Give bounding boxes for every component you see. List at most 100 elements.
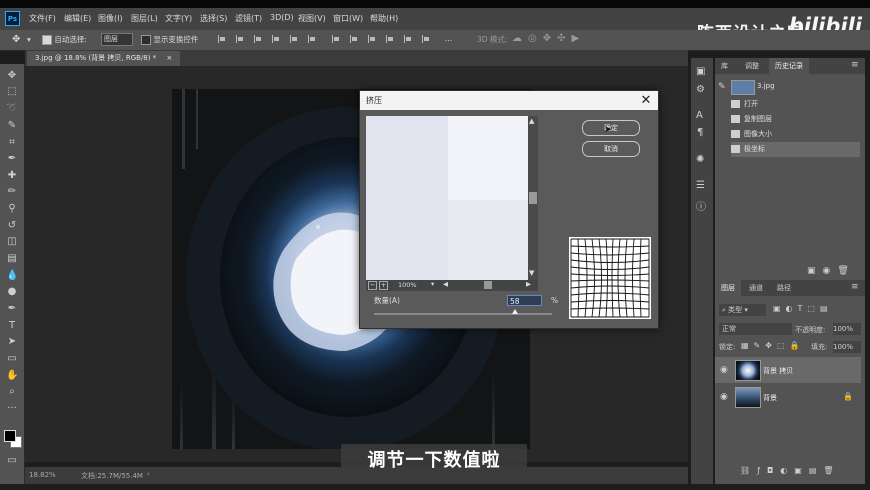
shape-tool-icon[interactable]: ▭ [6,353,18,365]
auto-select-dropdown[interactable]: 图层 [101,33,133,46]
scroll-thumb[interactable] [529,192,537,204]
distribute-center-icon[interactable] [404,35,413,43]
horizontal-scroll-thumb[interactable] [484,281,492,289]
zoom-in-icon[interactable]: + [379,281,388,290]
more-options[interactable]: ... [445,34,452,43]
distribute-bottom-icon[interactable] [368,35,377,43]
tab-history[interactable]: 历史记录 [769,58,809,74]
menu-item[interactable]: 选择(S) [200,13,227,24]
menu-item[interactable]: 图像(I) [98,13,123,24]
amount-slider-thumb[interactable] [511,309,518,314]
layer-row[interactable]: ◉ 背景 🔒 [715,384,861,410]
move-tool-icon[interactable]: ✥ [12,34,20,45]
menu-item[interactable]: 文件(F) [29,13,56,24]
show-transform-checkbox[interactable] [141,35,151,45]
chevron-right-icon[interactable]: › [147,470,150,478]
menu-item[interactable]: 视图(V) [298,13,326,24]
scroll-right-icon[interactable]: ▶ [526,280,531,288]
menu-item[interactable]: 滤镜(T) [235,13,262,24]
dodge-tool-icon[interactable]: ● [6,286,18,298]
quick-mask-icon[interactable]: ▭ [6,455,18,467]
3d-mode-icons[interactable]: ☁◎✥✣▶ [512,33,585,44]
layer-row-selected[interactable]: ◉ 背景 拷贝 [715,357,861,383]
gradient-tool-icon[interactable]: ▤ [6,253,18,265]
tab-library[interactable]: 库 [715,58,734,74]
layer-filter-dropdown[interactable]: ⌕ 类型 ▾ [719,304,766,316]
eye-icon[interactable]: ◉ [720,365,728,375]
auto-select-checkbox[interactable] [42,35,52,45]
zoom-out-icon[interactable]: − [368,281,377,290]
stamp-tool-icon[interactable]: ⚲ [6,203,18,215]
pen-tool-icon[interactable]: ✒ [6,303,18,315]
close-icon[interactable]: × [166,54,172,62]
align-left-icon[interactable] [218,35,227,43]
more-tools-icon[interactable]: ··· [6,403,18,415]
layer-filter-icons[interactable]: ▣◐T⬚▤ [773,304,833,313]
foreground-color-swatch[interactable] [4,430,16,442]
scroll-up-icon[interactable]: ▲ [529,117,534,125]
auto-select-option[interactable]: 自动选择: [42,34,87,45]
menu-item[interactable]: 帮助(H) [370,13,398,24]
info-panel-icon[interactable]: ⓘ [696,198,706,213]
opacity-field[interactable]: 100% [833,323,861,335]
close-icon[interactable]: ✕ [639,92,653,109]
crop-tool-icon[interactable]: ⌗ [6,137,18,149]
chevron-down-icon[interactable]: ▾ [431,280,434,288]
document-tab[interactable]: 3.jpg @ 18.8% (背景 拷贝, RGB/8) * × [27,51,181,66]
character-panel-icon[interactable]: A [696,110,703,121]
brush-tool-icon[interactable]: ✏ [6,186,18,198]
lasso-tool-icon[interactable]: ➰ [6,103,18,115]
menu-item[interactable]: 窗口(W) [333,13,363,24]
marquee-tool-icon[interactable]: ⬚ [6,86,18,98]
menu-item[interactable]: 编辑(E) [64,13,91,24]
scroll-left-icon[interactable]: ◀ [443,280,448,288]
adjustments-panel-icon[interactable]: ✺ [696,154,704,165]
fill-field[interactable]: 100% [833,341,861,353]
history-footer-icons[interactable]: ▣◉🗑 [807,266,856,276]
zoom-level[interactable]: 18.82% [29,471,56,479]
menu-item[interactable]: 图层(L) [131,13,158,24]
align-right-icon[interactable] [254,35,263,43]
history-panel-icon[interactable]: ▣ [696,66,705,77]
align-top-icon[interactable] [272,35,281,43]
layers-footer-icons[interactable]: ⛓ƒ◘◐▣▤🗑 [740,466,841,475]
blur-tool-icon[interactable]: 💧 [6,270,18,282]
actions-panel-icon[interactable]: ⚙ [696,84,705,95]
amount-slider-track[interactable] [374,313,552,315]
align-center-icon[interactable] [236,35,245,43]
quick-select-tool-icon[interactable]: ✎ [6,120,18,132]
healing-tool-icon[interactable]: ✚ [6,170,18,182]
distribute-left-icon[interactable] [386,35,395,43]
history-item[interactable]: 复制图层 [731,112,860,127]
tab-adjustments[interactable]: 调整 [739,58,765,74]
distribute-middle-icon[interactable] [350,35,359,43]
lock-icons[interactable]: ▦✎✥⬚🔒 [741,341,804,350]
eye-icon[interactable]: ◉ [720,392,728,402]
zoom-tool-icon[interactable]: ⌕ [6,386,18,398]
history-brush-tool-icon[interactable]: ↺ [6,220,18,232]
panel-menu-icon[interactable]: ≡ [851,60,859,70]
tab-channels[interactable]: 通道 [743,280,769,296]
paragraph-panel-icon[interactable]: ¶ [697,127,703,138]
panel-menu-icon[interactable]: ≡ [851,282,859,292]
blend-mode-dropdown[interactable]: 正常 [719,323,792,335]
tab-paths[interactable]: 路径 [771,280,797,296]
properties-panel-icon[interactable]: ☰ [696,180,705,191]
preview-vertical-scrollbar[interactable]: ▲ ▼ [528,116,538,280]
menu-item[interactable]: 3D(D) [270,13,294,22]
amount-input[interactable]: 58 [507,295,542,306]
type-tool-icon[interactable]: T [6,320,18,332]
history-item[interactable]: 图像大小 [731,127,860,142]
filter-preview[interactable] [366,116,528,280]
distribute-top-icon[interactable] [332,35,341,43]
path-select-tool-icon[interactable]: ➤ [6,336,18,348]
eraser-tool-icon[interactable]: ◫ [6,236,18,248]
menu-item[interactable]: 文字(Y) [165,13,192,24]
tab-layers[interactable]: 图层 [715,280,741,296]
align-bottom-icon[interactable] [308,35,317,43]
cancel-button[interactable]: 取消 [582,141,640,157]
history-item[interactable]: 打开 [731,97,860,112]
hand-tool-icon[interactable]: ✋ [6,370,18,382]
eyedropper-tool-icon[interactable]: ✒ [6,153,18,165]
align-middle-icon[interactable] [290,35,299,43]
